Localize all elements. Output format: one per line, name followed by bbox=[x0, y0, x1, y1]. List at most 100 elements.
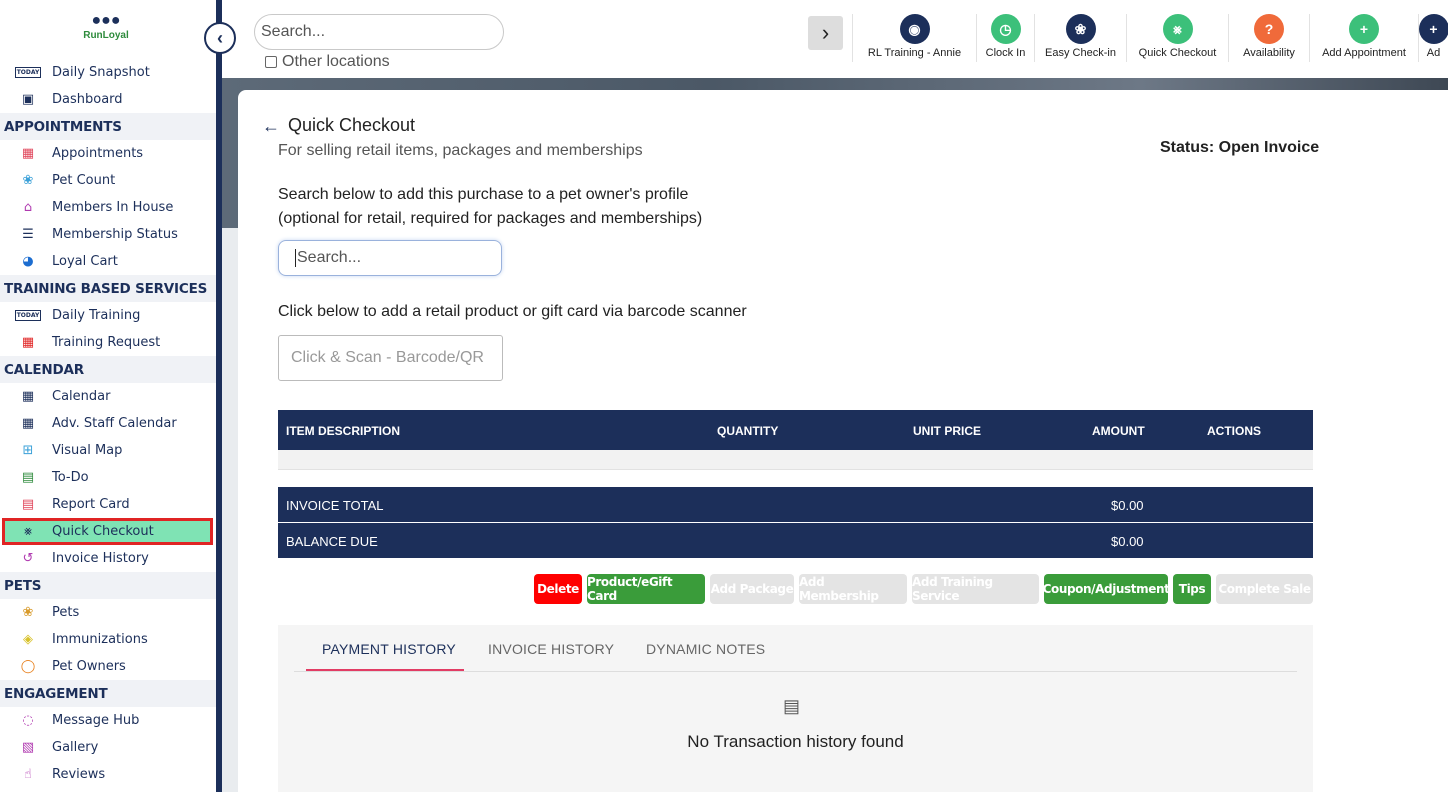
page-subtitle: For selling retail items, packages and m… bbox=[278, 142, 643, 159]
sidebar-item-appointments[interactable]: ▦ Appointments bbox=[0, 140, 216, 167]
sidebar-item-gallery[interactable]: ▧ Gallery bbox=[0, 734, 216, 761]
sidebar-item-loyal-cart[interactable]: ◕ Loyal Cart bbox=[0, 248, 216, 275]
add-package-button[interactable]: Add Package bbox=[710, 574, 794, 604]
cart-icon: ⨳ bbox=[23, 524, 33, 539]
column-quantity: QUANTITY bbox=[717, 424, 779, 438]
owner-search-placeholder: Search... bbox=[297, 249, 362, 266]
top-bar: Search... Other locations › ◉ RL Training… bbox=[222, 0, 1448, 78]
add-training-service-button[interactable]: Add Training Service bbox=[912, 574, 1039, 604]
quick-action-ad[interactable]: + Ad bbox=[1418, 14, 1448, 62]
sidebar-item-calendar[interactable]: ▦ Calendar bbox=[0, 383, 216, 410]
tips-button[interactable]: Tips bbox=[1173, 574, 1211, 604]
sidebar-item-membership-status[interactable]: ☰ Membership Status bbox=[0, 221, 216, 248]
product-egift-card-button[interactable]: Product/eGift Card bbox=[587, 574, 705, 604]
person-icon: ◯ bbox=[20, 659, 36, 674]
nav-section-engagement: ENGAGEMENT bbox=[0, 680, 216, 707]
tab-divider bbox=[294, 671, 1297, 672]
quick-action-quick-checkout[interactable]: ⨳ Quick Checkout bbox=[1126, 14, 1228, 62]
sidebar-item-members-in-house[interactable]: ⌂ Members In House bbox=[0, 194, 216, 221]
calendar-icon: ▦ bbox=[21, 389, 35, 404]
paw-logo-icon: ●●● bbox=[91, 12, 121, 29]
sidebar-item-label: Reviews bbox=[52, 767, 106, 782]
chat-icon: ◌ bbox=[22, 713, 34, 728]
quick-action-easy-check-in[interactable]: ❀ Easy Check-in bbox=[1034, 14, 1126, 62]
global-search-placeholder: Search... bbox=[261, 23, 326, 40]
sidebar-item-label: Members In House bbox=[52, 200, 174, 215]
add-membership-button[interactable]: Add Membership bbox=[799, 574, 907, 604]
column-amount: AMOUNT bbox=[1092, 424, 1145, 438]
page-title: Quick Checkout bbox=[288, 115, 416, 135]
sidebar-item-pet-owners[interactable]: ◯ Pet Owners bbox=[0, 653, 216, 680]
quick-action-rl-training-annie[interactable]: ◉ RL Training - Annie bbox=[852, 14, 976, 62]
gallery-icon: ▧ bbox=[21, 740, 35, 755]
sidebar: ●●● RunLoyal TODAY Daily Snapshot ▣ Dashboa… bbox=[0, 0, 216, 792]
scroll-right-button[interactable]: › bbox=[808, 16, 843, 50]
sidebar-item-reviews[interactable]: ☝ Reviews bbox=[0, 761, 216, 788]
balance-due-row: BALANCE DUE $0.00 bbox=[278, 523, 1313, 558]
location-icon: ◉ bbox=[899, 14, 930, 44]
runloyal-logo[interactable]: ●●● RunLoyal bbox=[78, 12, 134, 54]
sidebar-item-daily-training[interactable]: TODAY Daily Training bbox=[0, 302, 216, 329]
staff-calendar-icon: ▦ bbox=[21, 416, 35, 431]
back-arrow-icon[interactable]: ← bbox=[262, 116, 280, 137]
quick-action-clock-in[interactable]: ◷ Clock In bbox=[976, 14, 1034, 62]
sidebar-item-quick-checkout[interactable]: ⨳ Quick Checkout bbox=[2, 518, 213, 545]
balance-due-label: BALANCE DUE bbox=[286, 534, 378, 549]
invoice-total-row: INVOICE TOTAL $0.00 bbox=[278, 487, 1313, 522]
sidebar-item-label: Appointments bbox=[52, 146, 144, 161]
barcode-scan-input[interactable]: Click & Scan - Barcode/QR bbox=[278, 335, 503, 381]
sidebar-item-label: Invoice History bbox=[52, 551, 149, 566]
sidebar-item-daily-snapshot[interactable]: TODAY Daily Snapshot bbox=[0, 59, 216, 86]
sidebar-item-label: To-Do bbox=[52, 470, 89, 485]
sidebar-item-training-request[interactable]: ▦ Training Request bbox=[0, 329, 216, 356]
thumbs-up-icon: ☝ bbox=[24, 767, 32, 782]
sidebar-item-immunizations[interactable]: ◈ Immunizations bbox=[0, 626, 216, 653]
availability-icon: ? bbox=[1254, 14, 1284, 44]
sidebar-item-label: Report Card bbox=[52, 497, 130, 512]
sidebar-item-invoice-history[interactable]: ↺ Invoice History bbox=[0, 545, 216, 572]
sidebar-item-label: Adv. Staff Calendar bbox=[52, 416, 177, 431]
sidebar-item-label: Loyal Cart bbox=[52, 254, 118, 269]
nav-section-pets: PETS bbox=[0, 572, 216, 599]
sidebar-item-to-do[interactable]: ▤ To-Do bbox=[0, 464, 216, 491]
sidebar-item-dashboard[interactable]: ▣ Dashboard bbox=[0, 86, 216, 113]
quick-action-availability[interactable]: ? Availability bbox=[1228, 14, 1309, 62]
sidebar-item-label: Daily Training bbox=[52, 308, 141, 323]
text-caret bbox=[295, 249, 296, 267]
invoice-total-value: $0.00 bbox=[1111, 498, 1144, 513]
today-icon: TODAY bbox=[14, 67, 42, 78]
collapse-sidebar-button[interactable]: ‹ bbox=[204, 22, 236, 54]
checkbox-icon[interactable] bbox=[265, 56, 277, 68]
history-panel: PAYMENT HISTORY INVOICE HISTORY DYNAMIC … bbox=[278, 625, 1313, 792]
tab-invoice-history[interactable]: INVOICE HISTORY bbox=[488, 641, 614, 657]
tab-payment-history[interactable]: PAYMENT HISTORY bbox=[322, 641, 456, 657]
tab-dynamic-notes[interactable]: DYNAMIC NOTES bbox=[646, 641, 765, 657]
nav-section-appointments: APPOINTMENTS bbox=[0, 113, 216, 140]
sidebar-item-visual-map[interactable]: ⊞ Visual Map bbox=[0, 437, 216, 464]
sidebar-item-adv-staff-calendar[interactable]: ▦ Adv. Staff Calendar bbox=[0, 410, 216, 437]
sidebar-item-label: Immunizations bbox=[52, 632, 148, 647]
quick-action-add-appointment[interactable]: + Add Appointment bbox=[1309, 14, 1418, 62]
sidebar-item-label: Pet Count bbox=[52, 173, 116, 188]
sidebar-item-pet-count[interactable]: ❀ Pet Count bbox=[0, 167, 216, 194]
nav-section-training-based-services: TRAINING BASED SERVICES bbox=[0, 275, 216, 302]
complete-sale-button[interactable]: Complete Sale bbox=[1216, 574, 1313, 604]
sidebar-item-label: Message Hub bbox=[52, 713, 140, 728]
quick-action-label: Add Appointment bbox=[1322, 47, 1406, 59]
global-search-input[interactable]: Search... bbox=[254, 14, 504, 50]
delete-button[interactable]: Delete bbox=[534, 574, 582, 604]
sidebar-item-message-hub[interactable]: ◌ Message Hub bbox=[0, 707, 216, 734]
sidebar-item-pets[interactable]: ❀ Pets bbox=[0, 599, 216, 626]
sidebar-item-label: Gallery bbox=[52, 740, 99, 755]
other-locations-checkbox[interactable]: Other locations bbox=[265, 53, 390, 71]
report-card-icon: ▤ bbox=[21, 497, 35, 512]
owner-search-input[interactable]: Search... bbox=[278, 240, 502, 276]
sidebar-item-label: Dashboard bbox=[52, 92, 123, 107]
add-calendar-icon: + bbox=[1349, 14, 1379, 44]
invoice-status: Status: Open Invoice bbox=[1160, 139, 1320, 156]
coupon-adjustment-button[interactable]: Coupon/Adjustment bbox=[1043, 574, 1170, 604]
add-icon: + bbox=[1418, 14, 1448, 44]
column-actions: ACTIONS bbox=[1207, 424, 1261, 438]
sidebar-item-report-card[interactable]: ▤ Report Card bbox=[0, 491, 216, 518]
paw-icon: ❀ bbox=[22, 605, 34, 620]
